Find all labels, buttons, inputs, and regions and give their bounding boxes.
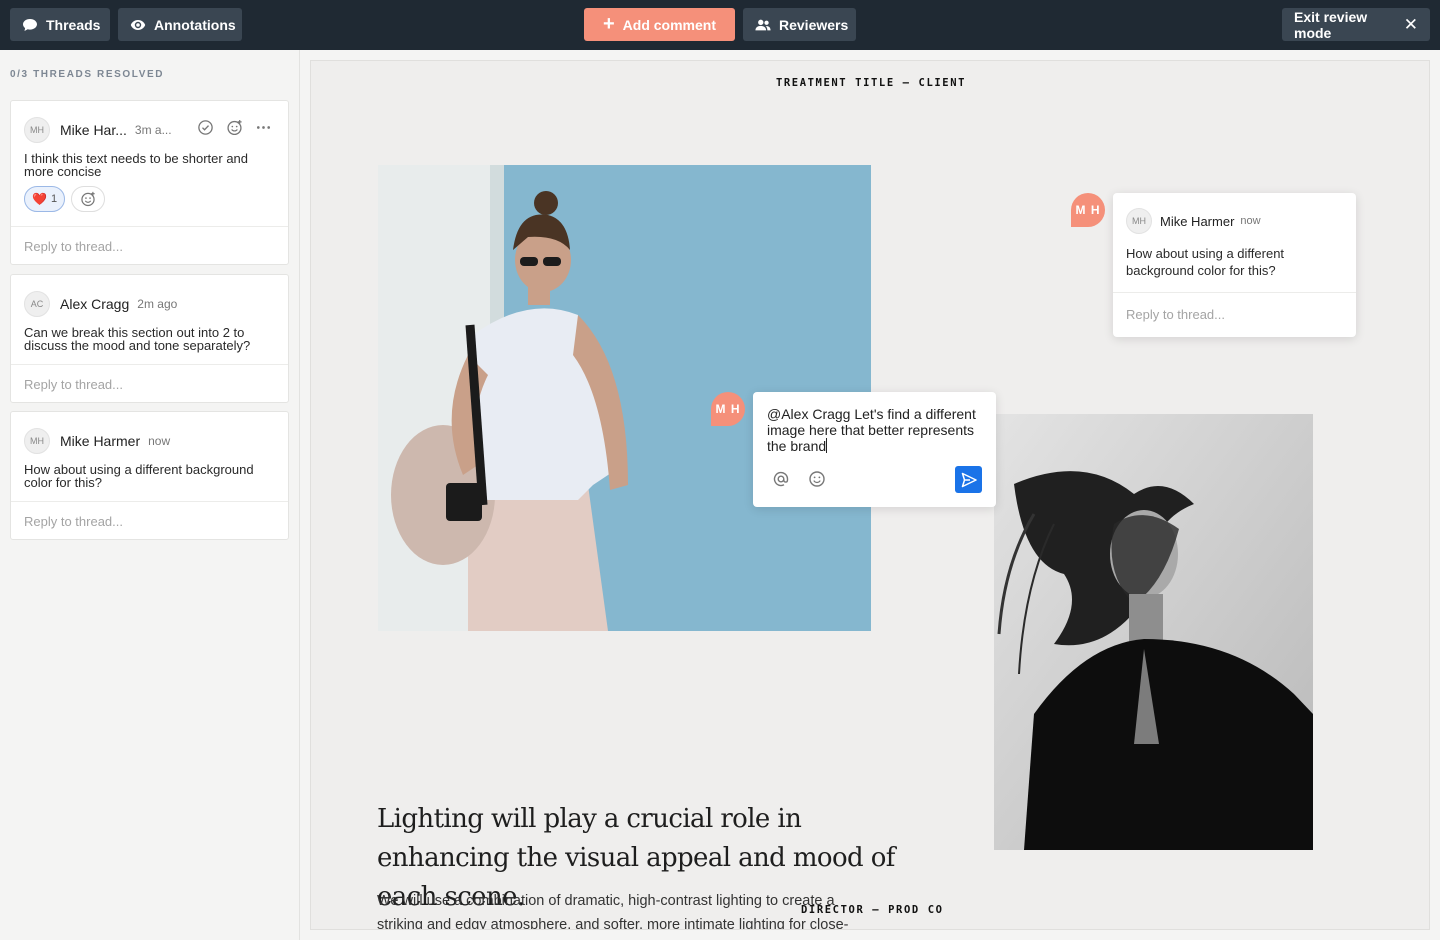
reviewers-button[interactable]: Reviewers: [743, 8, 856, 41]
avatar: MH: [24, 428, 50, 454]
annotations-button[interactable]: Annotations: [118, 8, 242, 41]
send-icon: [961, 472, 977, 487]
author-name: Mike Har...: [60, 122, 127, 138]
users-icon: [755, 19, 771, 30]
exit-review-button[interactable]: Exit review mode ✕: [1282, 8, 1430, 41]
composer-tools: [772, 470, 826, 488]
comment-composer: @Alex Cragg Let's find a different image…: [753, 392, 996, 507]
add-reaction-button[interactable]: [71, 186, 106, 212]
popover-text: How about using a different background c…: [1126, 246, 1285, 278]
annotation-pin[interactable]: M H: [1071, 193, 1105, 227]
heart-emoji: ❤️: [32, 192, 47, 206]
close-icon: ✕: [1403, 14, 1418, 34]
avatar: AC: [24, 291, 50, 317]
comment-input[interactable]: @Alex Cragg Let's find a different image…: [767, 406, 982, 454]
timestamp: now: [148, 434, 171, 448]
reply-input[interactable]: Reply to thread...: [11, 226, 288, 264]
at-icon[interactable]: [772, 470, 790, 488]
annotation-popover: MH Mike Harmer now How about using a dif…: [1113, 193, 1356, 337]
avatar: MH: [24, 117, 50, 143]
timestamp: 3m a...: [134, 123, 172, 137]
exit-review-label: Exit review mode: [1294, 8, 1368, 41]
comment-input-text: @Alex Cragg Let's find a different image…: [767, 406, 976, 454]
add-comment-label: Add comment: [622, 16, 717, 33]
add-reaction-icon[interactable]: [226, 119, 243, 136]
thread-text: How about using a different background c…: [24, 462, 254, 490]
reply-input[interactable]: Reply to thread...: [11, 501, 288, 539]
photo-bw-portrait[interactable]: [994, 414, 1313, 850]
reactions: ❤️ 1: [24, 186, 106, 212]
thread-text: I think this text needs to be shorter an…: [24, 151, 249, 179]
text-caret: [826, 438, 828, 453]
chat-icon: [23, 18, 37, 31]
avatar: MH: [1126, 208, 1152, 234]
add-comment-button[interactable]: + Add comment: [584, 8, 735, 41]
reply-input[interactable]: Reply to thread...: [11, 364, 288, 402]
timestamp: now: [1240, 215, 1261, 227]
reaction-count: 1: [50, 193, 58, 205]
thread-card[interactable]: AC Alex Cragg 2m ago Can we break this s…: [10, 274, 289, 403]
threads-button[interactable]: Threads: [10, 8, 110, 41]
author-name: Mike Harmer: [1160, 213, 1235, 229]
author-name: Mike Harmer: [60, 433, 141, 449]
director-credit: DIRECTOR — PROD CO: [801, 904, 944, 916]
more-icon[interactable]: [255, 119, 272, 136]
check-circle-icon[interactable]: [197, 119, 214, 136]
top-toolbar: Threads Annotations + Add comment Review…: [0, 0, 1440, 50]
annotations-label: Annotations: [154, 16, 236, 33]
threads-label: Threads: [46, 16, 101, 33]
emoji-icon[interactable]: [808, 470, 826, 488]
heart-reaction[interactable]: ❤️ 1: [24, 186, 66, 212]
eye-icon: [130, 19, 146, 30]
threads-sidebar: 0/3 THREADS RESOLVED MH Mike Har... 3m a…: [0, 50, 300, 940]
thread-actions: [197, 119, 272, 136]
thread-card[interactable]: MH Mike Harmer now How about using a dif…: [10, 411, 289, 540]
thread-text: Can we break this section out into 2 to …: [24, 325, 251, 353]
thread-header: MH Mike Har... 3m a...: [24, 117, 172, 143]
reviewers-label: Reviewers: [779, 16, 849, 33]
annotation-pin[interactable]: M H: [711, 392, 745, 426]
send-button[interactable]: [955, 466, 982, 493]
treatment-title: TREATMENT TITLE — CLIENT: [775, 77, 967, 89]
timestamp: 2m ago: [137, 297, 178, 311]
author-name: Alex Cragg: [60, 296, 130, 312]
thread-header: AC Alex Cragg 2m ago: [24, 291, 177, 317]
section-body-text: We will use a combination of dramatic, h…: [377, 893, 849, 930]
reply-input[interactable]: Reply to thread...: [1113, 292, 1356, 337]
resolved-status: 0/3 THREADS RESOLVED: [10, 69, 165, 80]
add-reaction-icon: [81, 191, 95, 207]
thread-header: MH Mike Harmer now: [24, 428, 170, 454]
plus-icon: +: [602, 12, 615, 35]
thread-card[interactable]: MH Mike Har... 3m a... I think this text…: [10, 100, 289, 265]
popover-header: MH Mike Harmer now: [1126, 208, 1261, 234]
